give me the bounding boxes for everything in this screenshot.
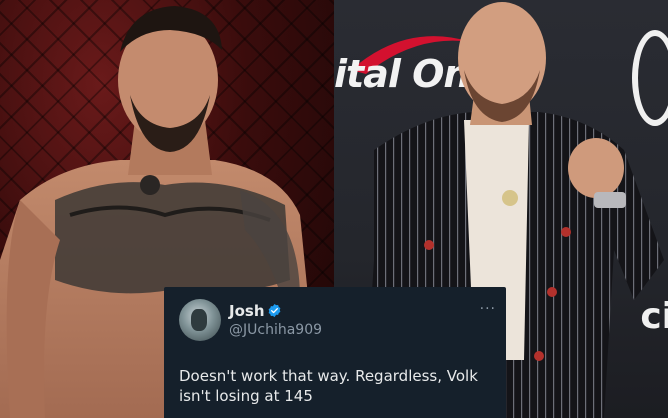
avatar-figure <box>191 309 207 331</box>
tweet-card[interactable]: Josh @JUchiha909 ··· Doesn't work that w… <box>164 287 506 418</box>
composite-image: ital One ci Josh @JUchiha909 ··· Doesn't… <box>0 0 668 418</box>
verified-badge-icon <box>268 303 281 318</box>
tweet-text: Doesn't work that way. Regardless, Volk … <box>179 367 478 405</box>
display-name[interactable]: Josh <box>229 302 265 320</box>
user-handle[interactable]: @JUchiha909 <box>229 322 322 338</box>
more-options-icon[interactable]: ··· <box>480 301 496 317</box>
avatar[interactable] <box>179 299 221 341</box>
